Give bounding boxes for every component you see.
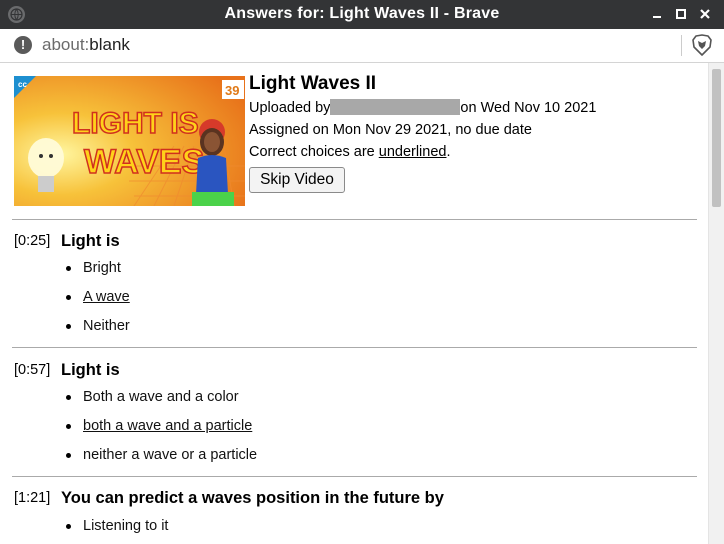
minimize-icon[interactable] — [650, 7, 664, 21]
site-info-icon[interactable]: ! — [14, 36, 32, 54]
question-text: You can predict a waves position in the … — [61, 489, 444, 507]
correct-note: Correct choices are underlined. — [249, 144, 451, 160]
video-thumbnail[interactable]: cc 39 LIGHT IS WAVES — [14, 76, 245, 206]
correct-suffix: . — [446, 144, 451, 160]
close-icon[interactable] — [698, 7, 712, 21]
bullet — [66, 266, 71, 271]
bullet — [66, 524, 71, 529]
thumbnail-line2: WAVES — [84, 143, 204, 181]
maximize-icon[interactable] — [674, 7, 688, 21]
brave-shields-icon[interactable] — [692, 34, 712, 61]
divider — [12, 476, 697, 477]
assigned-line: Assigned on Mon Nov 29 2021, no due date — [249, 122, 532, 138]
episode-number: 39 — [225, 83, 239, 98]
correct-prefix: Correct choices are — [249, 144, 379, 160]
choice-item: Both a wave and a color — [83, 389, 239, 405]
question-time: [0:25] — [14, 233, 51, 249]
window-title: Answers for: Light Waves II - Brave — [224, 5, 500, 22]
url-field[interactable]: about:blank — [42, 35, 130, 55]
bullet — [66, 324, 71, 329]
toolbar-divider — [681, 35, 682, 56]
address-bar: ! about:blank — [0, 29, 724, 63]
url-path: blank — [89, 35, 130, 54]
question-text: Light is — [61, 361, 120, 379]
question-time: [0:57] — [14, 362, 51, 378]
choice-item-correct: both a wave and a particle — [83, 418, 253, 434]
divider — [12, 219, 697, 220]
choice-item: Listening to it — [83, 518, 169, 534]
uploaded-prefix: Uploaded by — [249, 100, 331, 116]
channel-badge: cc — [18, 80, 27, 89]
bullet — [66, 424, 71, 429]
correct-word: underlined — [378, 144, 447, 160]
video-title: Light Waves II — [249, 73, 377, 94]
choice-item: neither a wave or a particle — [83, 447, 258, 463]
choice-item: Bright — [83, 260, 121, 276]
scrollbar-thumb[interactable] — [712, 69, 721, 207]
redacted-uploader — [330, 99, 461, 115]
divider — [12, 347, 697, 348]
bullet — [66, 395, 71, 400]
question-text: Light is — [61, 232, 120, 250]
bullet — [66, 295, 71, 300]
question-time: [1:21] — [14, 490, 51, 506]
url-scheme: about: — [42, 35, 90, 54]
page-content: cc 39 LIGHT IS WAVES Light Waves II Uplo… — [0, 63, 708, 544]
vertical-scrollbar[interactable] — [708, 63, 724, 544]
uploaded-suffix: on Wed Nov 10 2021 — [460, 100, 597, 116]
bullet — [66, 453, 71, 458]
skip-video-button[interactable]: Skip Video — [249, 167, 345, 193]
uploaded-line: Uploaded by on Wed Nov 10 2021 — [249, 99, 596, 116]
choice-item: Neither — [83, 318, 130, 334]
thumbnail-line1: LIGHT IS — [72, 107, 199, 140]
title-bar: Answers for: Light Waves II - Brave — [0, 0, 724, 29]
choice-item-correct: A wave — [83, 289, 130, 305]
